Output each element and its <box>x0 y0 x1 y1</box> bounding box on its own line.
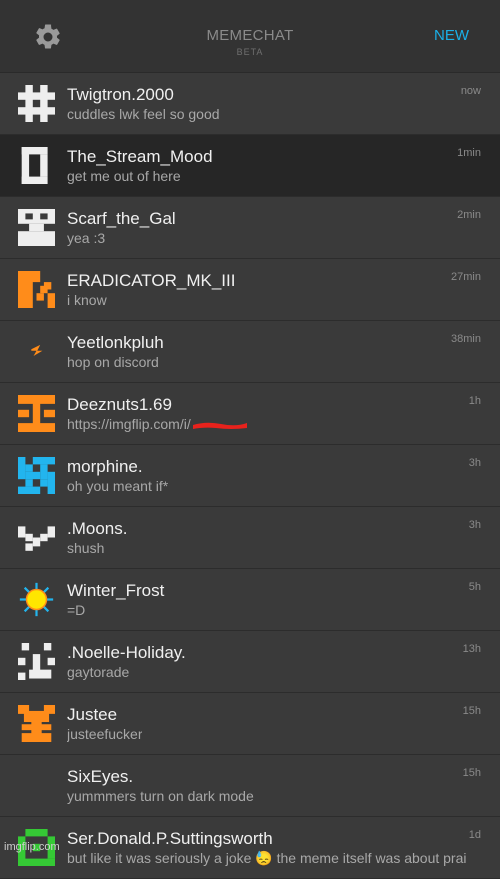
pixel-avatar-icon <box>18 526 55 551</box>
chat-row[interactable]: Deeznuts1.69 https://imgflip.com/i/ 1h <box>0 383 500 445</box>
chat-time: 1h <box>468 395 481 407</box>
chat-time: 38min <box>451 333 481 345</box>
chat-preview: i know <box>67 292 107 308</box>
chat-name: SixEyes. <box>67 767 134 786</box>
app-title-block: MEMECHAT BETA <box>0 27 500 57</box>
chat-list: Twigtron.2000 cuddles lwk feel so good n… <box>0 73 500 879</box>
chat-time: now <box>460 85 481 97</box>
chat-time: 27min <box>451 271 481 283</box>
chat-row[interactable]: Scarf_the_Gal yea :3 2min <box>0 197 500 259</box>
chat-preview: cuddles lwk feel so good <box>67 106 220 122</box>
link-text[interactable]: https://imgflip.com/i/ <box>67 416 191 432</box>
redaction-scribble <box>192 423 247 430</box>
chat-preview: get me out of here <box>67 168 181 184</box>
pixel-avatar-icon <box>18 209 55 246</box>
chat-preview: shush <box>67 540 105 556</box>
chat-time: 2min <box>457 209 481 221</box>
chat-row[interactable]: SixEyes. yummmers turn on dark mode 15h <box>0 755 500 817</box>
chat-name: Twigtron.2000 <box>67 85 174 104</box>
chat-name: Justee <box>67 705 118 724</box>
app-title: MEMECHAT <box>206 27 294 44</box>
chat-time: 13h <box>462 643 481 655</box>
pixel-avatar-icon <box>18 271 55 308</box>
chat-preview: but like it was seriously a joke 😓 the m… <box>67 850 467 866</box>
pixel-avatar-icon <box>31 344 43 356</box>
chat-preview: yea :3 <box>67 230 106 246</box>
watermark: imgflip.com <box>4 841 60 853</box>
chat-time: 3h <box>468 457 481 469</box>
chat-name: Winter_Frost <box>67 581 165 600</box>
new-chat-button[interactable]: NEW <box>434 27 469 44</box>
chat-row[interactable]: Yeetlonkpluh hop on discord 38min <box>0 321 500 383</box>
chat-row[interactable]: .Moons. shush 3h <box>0 507 500 569</box>
chat-preview: =D <box>67 602 86 618</box>
chat-name: The_Stream_Mood <box>67 147 213 166</box>
chat-row[interactable]: Justee justeefucker 15h <box>0 693 500 755</box>
chat-row[interactable]: Winter_Frost =D 5h <box>0 569 500 631</box>
chat-name: .Noelle-Holiday. <box>67 643 186 662</box>
chat-name: Scarf_the_Gal <box>67 209 176 228</box>
pixel-avatar-icon <box>18 457 55 494</box>
chat-time: 15h <box>462 705 481 717</box>
chat-time: 1min <box>457 147 481 159</box>
chat-name: Ser.Donald.P.Suttingsworth <box>67 829 273 848</box>
pixel-avatar-icon <box>18 643 55 680</box>
chat-preview: justeefucker <box>67 726 143 742</box>
chat-preview: hop on discord <box>67 354 159 370</box>
chat-row[interactable]: morphine. oh you meant if* 3h <box>0 445 500 507</box>
pixel-avatar-icon <box>18 705 55 742</box>
chat-row[interactable]: Ser.Donald.P.Suttingsworth but like it w… <box>0 817 500 879</box>
chat-name: Yeetlonkpluh <box>67 333 164 352</box>
chat-name: Deeznuts1.69 <box>67 395 172 414</box>
chat-time: 3h <box>468 519 481 531</box>
chat-row[interactable]: .Noelle-Holiday. gaytorade 13h <box>0 631 500 693</box>
app-subtitle: BETA <box>236 47 264 57</box>
pixel-avatar-icon <box>18 85 55 122</box>
chat-time: 5h <box>468 581 481 593</box>
chat-time: 1d <box>468 829 481 841</box>
chat-name: .Moons. <box>67 519 128 538</box>
chat-preview: https://imgflip.com/i/ <box>67 416 249 432</box>
pixel-avatar-icon <box>21 147 48 184</box>
chat-name: ERADICATOR_MK_III <box>67 271 236 290</box>
chat-time: 15h <box>462 767 481 779</box>
chat-row[interactable]: Twigtron.2000 cuddles lwk feel so good n… <box>0 73 500 135</box>
chat-preview: gaytorade <box>67 664 130 680</box>
chat-name: morphine. <box>67 457 143 476</box>
chat-row[interactable]: The_Stream_Mood get me out of here 1min <box>0 135 500 197</box>
pixel-avatar-icon <box>18 395 55 432</box>
chat-preview: oh you meant if* <box>67 478 169 494</box>
chat-preview: yummmers turn on dark mode <box>67 788 254 804</box>
sun-icon <box>19 582 54 617</box>
chat-row[interactable]: ERADICATOR_MK_III i know 27min <box>0 259 500 321</box>
app-header: MEMECHAT BETA NEW <box>0 0 500 73</box>
